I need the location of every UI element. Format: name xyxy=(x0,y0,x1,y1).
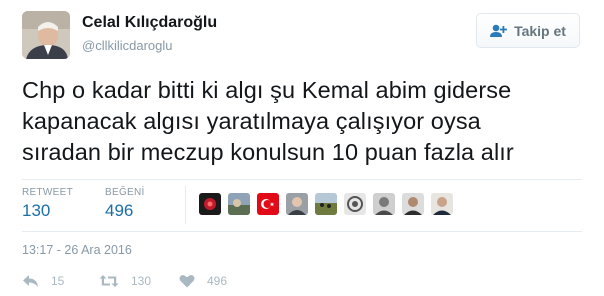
liker-avatar[interactable] xyxy=(199,193,221,215)
follow-button[interactable]: Takip et xyxy=(476,13,580,48)
like-button[interactable]: 496 xyxy=(179,274,227,288)
heart-icon xyxy=(179,274,195,288)
like-count: 496 xyxy=(207,274,228,288)
tweet-text: Chp o kadar bitti ki algı şu Kemal abim … xyxy=(22,75,592,168)
retweet-count: 130 xyxy=(131,274,152,288)
stat-separator xyxy=(185,186,186,224)
tweet-actions: 15 130 496 xyxy=(22,274,227,288)
retweet-stat-label: RETWEET xyxy=(22,187,73,198)
liker-avatar[interactable] xyxy=(373,193,395,215)
liker-avatar[interactable] xyxy=(431,193,453,215)
liker-avatar[interactable] xyxy=(228,193,250,215)
follow-button-label: Takip et xyxy=(514,22,566,39)
avatar-photo xyxy=(22,11,70,59)
like-stat-count: 496 xyxy=(105,201,134,220)
tweet-text-line: Chp o kadar bitti ki algı şu Kemal abim … xyxy=(22,77,512,103)
retweet-stat-count: 130 xyxy=(22,201,51,220)
tweet-timestamp[interactable]: 13:17 - 26 Ara 2016 xyxy=(22,243,132,257)
liker-avatars xyxy=(199,193,460,215)
liker-avatar[interactable] xyxy=(257,193,279,215)
divider xyxy=(22,179,582,180)
divider xyxy=(22,231,582,232)
retweet-stat[interactable]: RETWEET 130 xyxy=(22,187,73,221)
reply-button[interactable]: 15 xyxy=(22,274,99,288)
reply-icon xyxy=(22,274,39,288)
liker-avatar[interactable] xyxy=(315,193,337,215)
liker-avatar[interactable] xyxy=(344,193,366,215)
user-name[interactable]: Celal Kılıçdaroğlu xyxy=(82,14,217,32)
like-stat[interactable]: BEĞENİ 496 xyxy=(105,187,145,221)
liker-avatar[interactable] xyxy=(286,193,308,215)
add-user-icon xyxy=(490,24,507,38)
tweet-text-line: sıradan bir meczup konulsun 10 puan fazl… xyxy=(22,139,514,165)
tweet-text-line: kapanacak algısı yaratılmaya çalışıyor o… xyxy=(22,108,481,134)
retweet-button[interactable]: 130 xyxy=(99,274,179,288)
liker-avatar[interactable] xyxy=(402,193,424,215)
like-stat-label: BEĞENİ xyxy=(105,187,145,198)
user-handle[interactable]: @cllkilicdaroglu xyxy=(82,38,173,53)
avatar[interactable] xyxy=(22,11,70,59)
retweet-icon xyxy=(99,274,119,288)
reply-count: 15 xyxy=(51,274,65,288)
